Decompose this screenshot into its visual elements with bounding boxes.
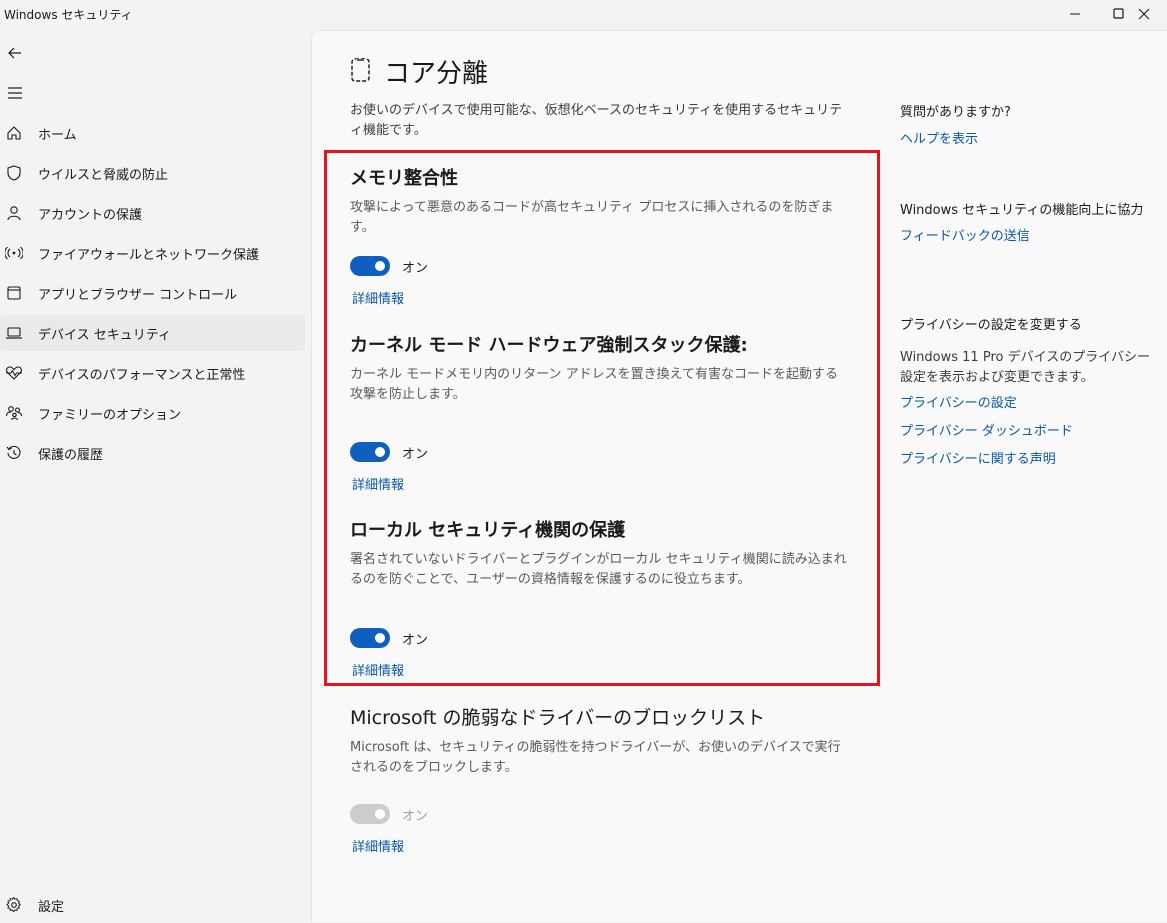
toggle-row: オン [350, 442, 428, 462]
shield-icon [5, 164, 23, 182]
minimize-button[interactable] [1052, 0, 1098, 28]
history-icon [5, 444, 23, 462]
sidebar: ホーム ウイルスと脅威の防止 アカウントの保護 ファイアウォールとネットワーク保… [0, 28, 310, 921]
privacy-settings-link[interactable]: プライバシーの設定 [900, 394, 1150, 414]
section-heading: メモリ整合性 [350, 168, 458, 189]
help-link[interactable]: ヘルプを表示 [900, 130, 1150, 150]
family-icon [5, 404, 23, 422]
toggle-state-label: オン [402, 446, 429, 462]
sidebar-item-firewall[interactable]: ファイアウォールとネットワーク保護 [0, 235, 305, 271]
window-title: Windows セキュリティ [4, 8, 133, 22]
sidebar-item-home[interactable]: ホーム [0, 115, 305, 151]
section-description: 署名されていないドライバーとプラグインがローカル セキュリティ機関に読み込まれる… [350, 552, 847, 587]
sidebar-item-label: ウイルスと脅威の防止 [38, 167, 169, 183]
gear-icon [5, 896, 23, 914]
toggle-row: オン [350, 804, 428, 824]
sidebar-item-label: ホーム [38, 127, 77, 143]
privacy-heading: プライバシーの設定を変更する [900, 318, 1082, 333]
privacy-group: プライバシーの設定を変更する Windows 11 Pro デバイスのプライバシ… [900, 316, 1150, 470]
wireless-icon [5, 244, 23, 262]
sidebar-item-settings[interactable]: 設定 [0, 887, 305, 923]
minimize-icon [1070, 13, 1080, 15]
learn-more-link[interactable]: 詳細情報 [352, 288, 404, 307]
back-button[interactable] [4, 42, 26, 64]
learn-more-link[interactable]: 詳細情報 [352, 660, 404, 679]
toggle-row: オン [350, 628, 428, 648]
section-description: Microsoft は、セキュリティの脆弱性を持つドライバーが、お使いのデバイス… [350, 740, 841, 775]
lsa-protection-toggle[interactable] [350, 628, 390, 648]
sidebar-item-label: 保護の履歴 [38, 447, 104, 463]
sidebar-item-label: ファイアウォールとネットワーク保護 [38, 247, 260, 263]
sidebar-item-account-protection[interactable]: アカウントの保護 [0, 195, 305, 231]
main-panel: コア分離 お使いのデバイスで使用可能な、仮想化ベースのセキュリティを使用するセキ… [311, 30, 1167, 922]
toggle-state-label: オン [402, 260, 429, 276]
sidebar-item-family-options[interactable]: ファミリーのオプション [0, 395, 305, 431]
feedback-group: Windows セキュリティの機能向上に協力 フィードバックの送信 [900, 201, 1150, 247]
privacy-statement-link[interactable]: プライバシーに関する声明 [900, 450, 1150, 470]
browser-icon [5, 284, 23, 302]
sidebar-item-virus-protection[interactable]: ウイルスと脅威の防止 [0, 155, 305, 191]
learn-more-link[interactable]: 詳細情報 [352, 474, 404, 493]
section-driver-blocklist: Microsoft の脆弱なドライバーのブロックリスト Microsoft は、… [350, 703, 850, 855]
help-heading: 質問がありますか? [900, 105, 1011, 120]
section-heading: カーネル モード ハードウェア強制スタック保護: [350, 335, 748, 356]
driver-blocklist-toggle[interactable] [350, 804, 390, 824]
section-lsa-protection: ローカル セキュリティ機関の保護 署名されていないドライバーとプラグインがローカ… [350, 516, 850, 679]
close-icon [1138, 8, 1150, 20]
sidebar-item-label: 設定 [38, 899, 65, 915]
back-arrow-icon [8, 47, 21, 59]
sidebar-item-label: アカウントの保護 [38, 207, 143, 223]
section-heading: Microsoft の脆弱なドライバーのブロックリスト [350, 707, 766, 729]
toggle-row: オン [350, 256, 428, 276]
title-bar: Windows セキュリティ [0, 0, 1167, 28]
sidebar-item-label: ファミリーのオプション [38, 407, 182, 423]
sidebar-item-label: デバイス セキュリティ [38, 327, 171, 343]
sidebar-item-label: デバイスのパフォーマンスと正常性 [38, 367, 246, 383]
sidebar-item-device-performance[interactable]: デバイスのパフォーマンスと正常性 [0, 355, 305, 391]
page-intro: お使いのデバイスで使用可能な、仮想化ベースのセキュリティを使用するセキュリティ機… [350, 103, 843, 138]
section-kernel-stack-protection: カーネル モード ハードウェア強制スタック保護: カーネル モードメモリ内のリタ… [350, 331, 850, 493]
toggle-state-label: オン [402, 632, 429, 648]
section-memory-integrity: メモリ整合性 攻撃によって悪意のあるコードが高セキュリティ プロセスに挿入される… [350, 164, 850, 307]
section-heading: ローカル セキュリティ機関の保護 [350, 520, 626, 541]
section-description: 攻撃によって悪意のあるコードが高セキュリティ プロセスに挿入されるのを防ぎます。 [350, 200, 834, 235]
person-icon [5, 204, 23, 222]
improve-heading: Windows セキュリティの機能向上に協力 [900, 203, 1144, 218]
learn-more-link[interactable]: 詳細情報 [352, 836, 404, 855]
sidebar-item-label: アプリとブラウザー コントロール [38, 287, 238, 303]
hamburger-icon [8, 87, 22, 99]
sidebar-item-app-browser-control[interactable]: アプリとブラウザー コントロール [0, 275, 305, 311]
heartbeat-icon [5, 364, 23, 382]
close-button[interactable] [1121, 0, 1167, 28]
kernel-stack-protection-toggle[interactable] [350, 442, 390, 462]
home-icon [5, 124, 23, 142]
page-title: コア分離 [384, 59, 489, 89]
privacy-text: Windows 11 Pro デバイスのプライバシー設定を表示および変更できます… [900, 350, 1150, 385]
page-header: コア分離 [350, 53, 488, 90]
help-group: 質問がありますか? ヘルプを表示 [900, 103, 1150, 150]
laptop-icon [5, 324, 23, 342]
core-isolation-icon [350, 57, 372, 87]
feedback-link[interactable]: フィードバックの送信 [900, 227, 1150, 247]
sidebar-item-device-security[interactable]: デバイス セキュリティ [0, 315, 305, 351]
memory-integrity-toggle[interactable] [350, 256, 390, 276]
privacy-dashboard-link[interactable]: プライバシー ダッシュボード [900, 422, 1150, 442]
sidebar-item-protection-history[interactable]: 保護の履歴 [0, 435, 305, 471]
section-description: カーネル モードメモリ内のリターン アドレスを置き換えて有害なコードを起動する攻… [350, 367, 838, 402]
menu-button[interactable] [4, 82, 26, 104]
toggle-state-label: オン [402, 808, 429, 824]
